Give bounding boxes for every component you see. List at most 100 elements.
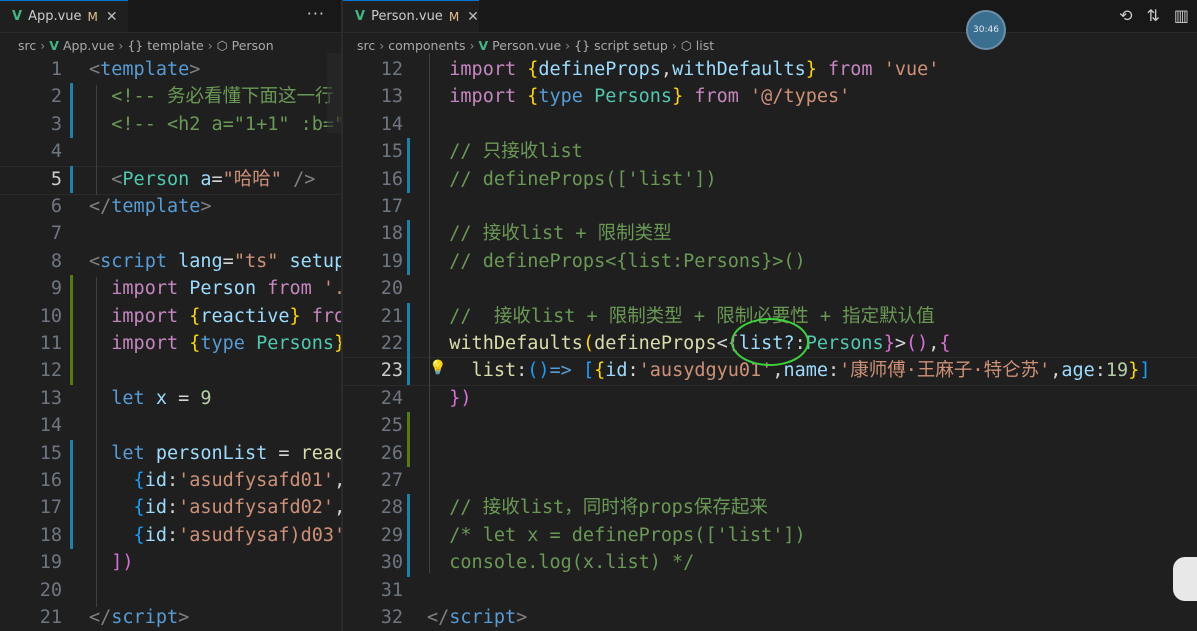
code-token: lang	[178, 250, 223, 272]
code-token: import	[427, 59, 517, 80]
code-token: script	[111, 607, 179, 628]
line-number: 16	[39, 470, 62, 491]
chevron-right-icon: ›	[207, 37, 213, 53]
code-text: </template>	[89, 193, 212, 220]
code-token: setup	[289, 250, 341, 272]
code-token: id	[144, 470, 167, 491]
annotation-circle	[731, 318, 809, 366]
code-token: :	[516, 360, 528, 382]
breadcrumb-person[interactable]: Person	[232, 38, 274, 53]
git-change-marker[interactable]	[407, 302, 410, 385]
code-token: <	[89, 168, 123, 190]
code-token: script	[100, 250, 167, 272]
editor-toolbar: ⟲ ⇅ ▥	[1119, 6, 1189, 25]
line-number: 30	[380, 552, 403, 574]
code-token: :	[1094, 360, 1106, 382]
code-text: // 接收list，同时将props保存起来	[427, 494, 768, 521]
code-token: [	[582, 360, 595, 382]
git-change-marker[interactable]	[70, 439, 73, 550]
code-token: defineProps	[594, 333, 717, 354]
code-editor-right[interactable]: 12 import {defineProps,withDefaults} fro…	[343, 53, 1197, 631]
close-icon[interactable]: ✕	[467, 9, 479, 25]
breadcrumb-template[interactable]: template	[147, 38, 203, 53]
timeline-icon[interactable]: ⟲	[1119, 6, 1132, 25]
lightbulb-icon[interactable]: 💡	[429, 360, 446, 376]
line-number: 12	[380, 59, 403, 80]
code-text: <!-- 务必看懂下面这一行	[89, 83, 333, 110]
scrollbar[interactable]	[327, 53, 341, 133]
line-number: 17	[380, 196, 403, 217]
code-token: }	[289, 305, 301, 327]
code-token: =	[211, 168, 223, 190]
line-number: 19	[39, 552, 62, 574]
left-editor-pane: V App.vue M ✕ ··· src › V App.vue › {} t…	[0, 0, 341, 631]
line-number: 29	[380, 524, 403, 546]
git-change-marker[interactable]	[407, 220, 410, 276]
line-number: 16	[380, 168, 403, 190]
right-tab-bar: V Person.vue M ✕ ⟲ ⇅ ▥	[343, 0, 1197, 33]
git-change-marker[interactable]	[407, 494, 410, 577]
line-number: 18	[39, 524, 62, 546]
line-number: 6	[50, 196, 62, 217]
code-token: /* let x = defineProps(['list'])	[427, 524, 806, 546]
code-text: <Person a="哈哈" />	[89, 166, 315, 193]
code-text: })	[427, 385, 472, 412]
split-editor-icon[interactable]: ▥	[1174, 6, 1189, 25]
git-change-marker[interactable]	[70, 275, 73, 385]
breadcrumb-script-setup[interactable]: script setup	[594, 38, 668, 53]
more-actions-icon[interactable]: ···	[307, 4, 325, 23]
git-change-marker[interactable]	[407, 138, 410, 193]
line-number: 8	[50, 250, 62, 272]
modified-badge: M	[87, 9, 98, 24]
code-token: <	[716, 333, 728, 354]
code-token: =	[222, 250, 234, 272]
close-icon[interactable]: ✕	[106, 9, 118, 25]
indent-guide	[96, 277, 97, 607]
tab-person-vue[interactable]: V Person.vue M ✕	[343, 0, 479, 32]
code-token: x	[155, 387, 167, 409]
code-token: '@/types'	[750, 86, 851, 108]
git-change-marker[interactable]	[70, 83, 73, 139]
code-token: id	[144, 497, 167, 519]
line-number: 18	[380, 223, 403, 245]
code-token: ,	[334, 497, 341, 518]
code-token: <!-- 务必看懂下面这一行	[89, 86, 334, 108]
code-token: :	[166, 524, 179, 546]
line-number: 14	[39, 415, 62, 437]
code-text: withDefaults(defineProps<{list?:Persons}…	[427, 330, 950, 357]
code-token: >	[189, 59, 201, 80]
tab-app-vue[interactable]: V App.vue M ✕	[0, 0, 128, 32]
code-text: import {reactive} fro	[89, 303, 341, 330]
line-number: 9	[50, 278, 62, 300]
breadcrumb-list[interactable]: list	[696, 38, 714, 53]
floating-widget[interactable]	[1173, 557, 1197, 601]
breadcrumb-components[interactable]: components	[388, 38, 465, 53]
code-text: let personList = reac	[89, 440, 341, 467]
breadcrumb-file[interactable]: Person.vue	[492, 38, 561, 53]
breadcrumb-file[interactable]: App.vue	[63, 38, 114, 53]
code-token: ,	[334, 470, 341, 491]
git-change-marker[interactable]	[407, 412, 410, 467]
code-token: }	[1128, 360, 1140, 382]
code-token: id	[144, 524, 167, 546]
code-token: })	[427, 387, 472, 409]
breadcrumb-src[interactable]: src	[18, 38, 36, 53]
compare-changes-icon[interactable]: ⇅	[1146, 6, 1159, 25]
code-token: ,	[1050, 360, 1062, 382]
code-token: a	[200, 168, 212, 190]
git-change-marker[interactable]	[70, 165, 73, 193]
vue-file-icon: V	[355, 9, 366, 24]
code-token: />	[293, 168, 316, 190]
code-editor-left[interactable]: 1 <template> 2 <!-- 务必看懂下面这一行 3 <!-- <h2 a=…	[0, 53, 341, 631]
code-token: type	[200, 333, 245, 354]
code-token: from	[694, 86, 739, 108]
code-token: :	[166, 497, 179, 519]
breadcrumb-src[interactable]: src	[357, 38, 375, 53]
code-token: let	[89, 442, 145, 464]
